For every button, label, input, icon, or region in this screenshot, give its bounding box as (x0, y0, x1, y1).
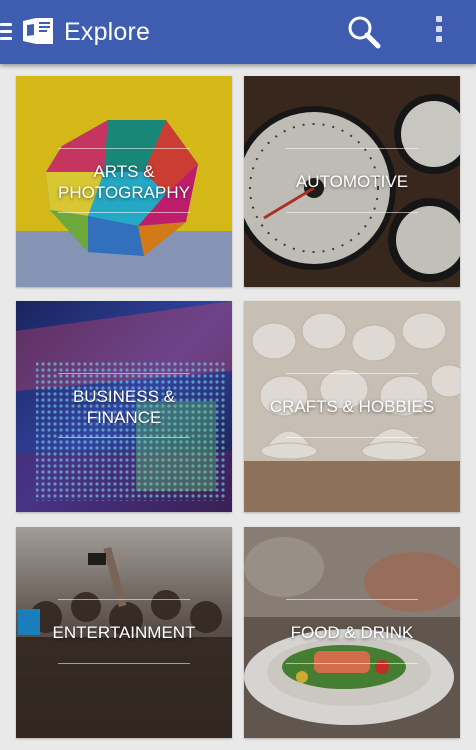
category-tile-business-finance[interactable]: BUSINESS & FINANCE (16, 301, 232, 512)
category-tile-automotive[interactable]: AUTOMOTIVE (244, 76, 460, 287)
overflow-menu-icon[interactable] (428, 16, 450, 48)
category-label: ARTS & PHOTOGRAPHY (58, 161, 190, 202)
category-label: AUTOMOTIVE (295, 172, 409, 191)
search-icon[interactable] (344, 14, 384, 50)
category-tile-entertainment[interactable]: ENTERTAINMENT (16, 527, 232, 738)
category-label: FOOD & DRINK (290, 623, 414, 642)
category-tile-food-drink[interactable]: FOOD & DRINK (244, 527, 460, 738)
category-tile-arts-photography[interactable]: ARTS & PHOTOGRAPHY (16, 76, 232, 287)
category-tile-crafts-hobbies[interactable]: CRAFTS & HOBBIES (244, 301, 460, 512)
app-bar: Explore (0, 0, 476, 64)
page-title: Explore (64, 18, 151, 46)
category-label: ENTERTAINMENT (52, 623, 196, 642)
category-label: CRAFTS & HOBBIES (269, 397, 435, 416)
app-logo[interactable] (20, 15, 56, 47)
menu-icon[interactable] (0, 23, 12, 41)
category-label: BUSINESS & FINANCE (72, 386, 176, 427)
